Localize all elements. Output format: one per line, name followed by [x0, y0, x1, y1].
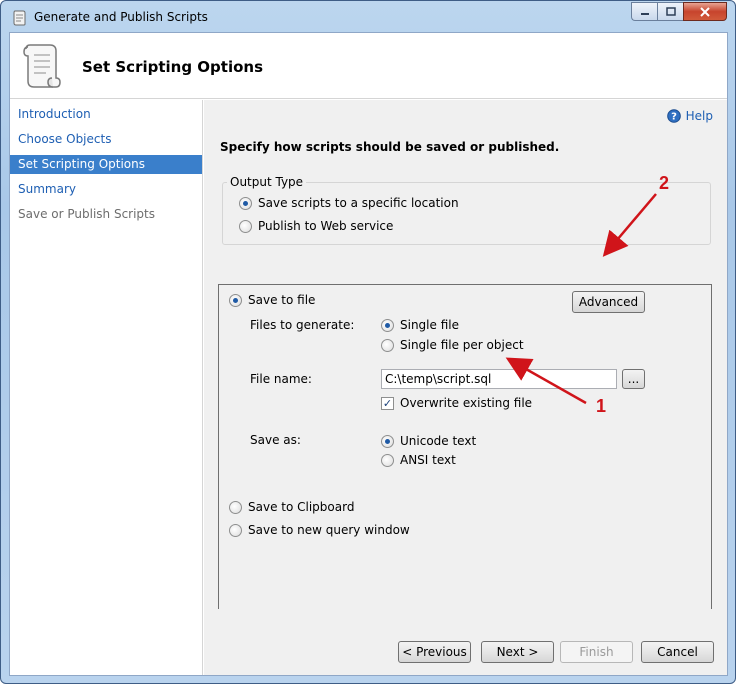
option-label: Unicode text — [400, 434, 477, 448]
wizard-footer: < Previous Next > Finish Cancel — [204, 609, 727, 675]
help-icon: ? — [666, 109, 681, 123]
radio-selected[interactable] — [381, 318, 394, 332]
file-name-label: File name: — [250, 372, 312, 386]
single-file-per-object-option[interactable]: Single file per object — [381, 338, 524, 352]
output-type-legend: Output Type — [227, 175, 307, 189]
output-type-group: Output Type Save scripts to a specific l… — [222, 175, 711, 245]
radio-unselected[interactable] — [381, 338, 394, 352]
save-to-new-query-window-option[interactable]: Save to new query window — [229, 523, 410, 537]
maximize-icon — [665, 7, 676, 16]
script-icon — [13, 10, 26, 26]
wizard-nav: Introduction Choose Objects Set Scriptin… — [10, 100, 203, 675]
radio-unselected[interactable] — [381, 453, 394, 467]
help-link[interactable]: ? Help — [666, 109, 713, 123]
option-label: Save to file — [248, 293, 316, 307]
page-title: Set Scripting Options — [82, 58, 264, 76]
close-button[interactable] — [683, 2, 727, 21]
save-to-file-option[interactable]: Save to file — [229, 293, 315, 307]
close-icon — [700, 6, 710, 17]
browse-button[interactable]: ... — [622, 369, 645, 389]
main-content: ? Help Specify how scripts should be sav… — [204, 100, 727, 653]
unicode-text-option[interactable]: Unicode text — [381, 434, 476, 448]
single-file-option[interactable]: Single file — [381, 318, 459, 332]
next-button[interactable]: Next > — [481, 641, 554, 663]
radio-selected[interactable] — [239, 196, 252, 210]
scroll-script-icon — [23, 44, 61, 88]
save-as-label: Save as: — [250, 433, 301, 447]
previous-button[interactable]: < Previous — [398, 641, 471, 663]
help-label: Help — [685, 109, 713, 123]
radio-unselected[interactable] — [229, 523, 242, 537]
option-label: ANSI text — [400, 453, 456, 467]
minimize-icon — [640, 12, 649, 15]
nav-item-introduction[interactable]: Introduction — [10, 105, 202, 124]
radio-unselected[interactable] — [239, 219, 252, 233]
nav-item-save-or-publish: Save or Publish Scripts — [18, 207, 156, 221]
files-to-generate-label: Files to generate: — [250, 318, 355, 332]
file-name-input[interactable]: C:\temp\script.sql — [381, 369, 617, 389]
radio-unselected[interactable] — [229, 500, 242, 514]
option-label: Single file per object — [400, 338, 524, 352]
maximize-button[interactable] — [657, 2, 683, 21]
output-type-option-specific-location[interactable]: Save scripts to a specific location — [239, 196, 459, 210]
instruction-text: Specify how scripts should be saved or p… — [220, 140, 560, 154]
nav-item-choose-objects[interactable]: Choose Objects — [10, 130, 202, 149]
option-label: Single file — [400, 318, 459, 332]
overwrite-existing-file-checkbox[interactable]: ✓ Overwrite existing file — [381, 396, 532, 410]
option-label: Save to new query window — [248, 523, 410, 537]
title-bar[interactable]: Generate and Publish Scripts — [1, 1, 735, 33]
option-label: Save to Clipboard — [248, 500, 355, 514]
radio-selected[interactable] — [229, 293, 242, 307]
option-label: Publish to Web service — [258, 219, 394, 233]
page-header: Set Scripting Options — [10, 33, 727, 99]
destination-panel: Save to file Advanced Files to generate:… — [218, 284, 712, 642]
window-title: Generate and Publish Scripts — [34, 10, 208, 24]
svg-text:?: ? — [671, 112, 677, 123]
cancel-button[interactable]: Cancel — [641, 641, 714, 663]
dialog-window: Generate and Publish Scripts Set Scripti… — [0, 0, 736, 684]
radio-selected[interactable] — [381, 434, 394, 448]
checkbox-checked[interactable]: ✓ — [381, 396, 394, 410]
annotation-marker-2: 2 — [659, 173, 670, 193]
option-label: Save scripts to a specific location — [258, 196, 459, 210]
advanced-button[interactable]: Advanced — [572, 291, 645, 313]
finish-button: Finish — [560, 641, 633, 663]
save-to-clipboard-option[interactable]: Save to Clipboard — [229, 500, 354, 514]
ansi-text-option[interactable]: ANSI text — [381, 453, 456, 467]
output-type-option-web-service[interactable]: Publish to Web service — [239, 219, 393, 233]
annotation-marker-1: 1 — [596, 396, 607, 416]
checkbox-label: Overwrite existing file — [400, 396, 533, 410]
nav-item-set-scripting-options[interactable]: Set Scripting Options — [10, 155, 202, 174]
dialog-client-area: Set Scripting Options Introduction Choos… — [9, 32, 728, 676]
minimize-button[interactable] — [631, 2, 657, 21]
nav-item-summary[interactable]: Summary — [10, 180, 202, 199]
